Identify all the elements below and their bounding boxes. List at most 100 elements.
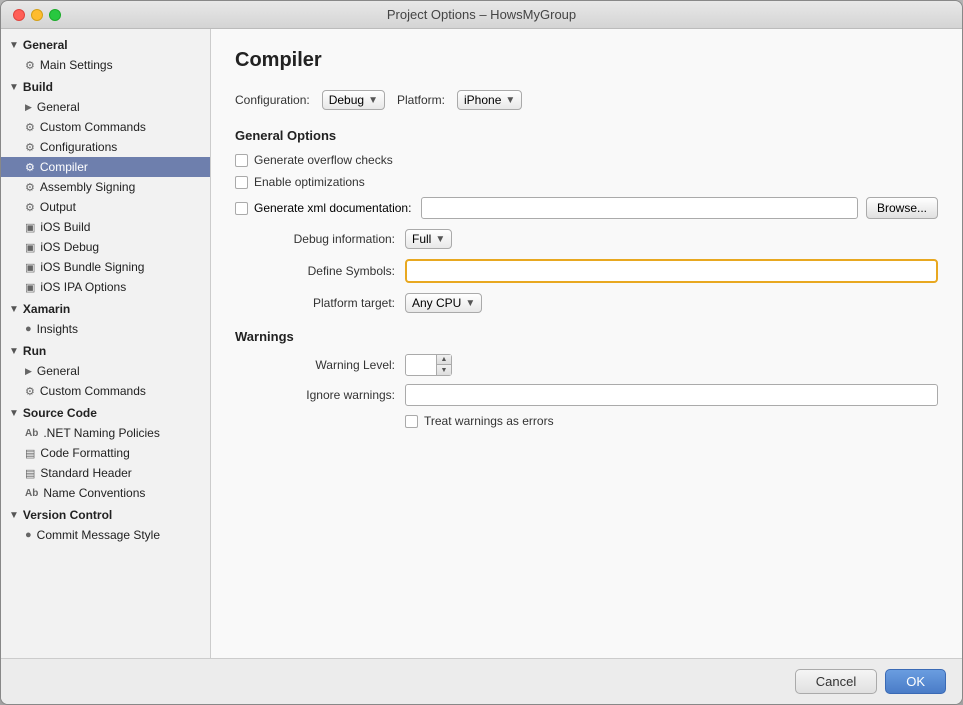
sidebar-group-build-label: Build — [23, 80, 53, 94]
sidebar-group-version-control-label: Version Control — [23, 508, 112, 522]
sidebar-group-build[interactable]: ▼ Build — [1, 77, 210, 97]
play-icon: ▶ — [25, 102, 32, 113]
stepper-up-button[interactable]: ▲ — [437, 355, 451, 365]
sidebar-item-build-general[interactable]: ▶ General — [1, 97, 210, 117]
sidebar-item-ios-ipa-options[interactable]: ▣ iOS IPA Options — [1, 277, 210, 297]
overflow-label: Generate overflow checks — [254, 153, 393, 167]
platform-dropdown[interactable]: iPhone ▼ — [457, 90, 522, 110]
debug-info-row: Debug information: Full ▼ — [235, 229, 938, 249]
sidebar-item-insights-label: Insights — [37, 322, 78, 336]
sidebar-item-net-naming-label: .NET Naming Policies — [43, 426, 159, 440]
sidebar-item-name-conventions[interactable]: Ab Name Conventions — [1, 483, 210, 503]
warnings-header: Warnings — [235, 329, 938, 344]
arrow-icon: ▼ — [9, 304, 19, 315]
maximize-button[interactable] — [49, 9, 61, 21]
gear-icon: ⚙ — [25, 141, 35, 154]
gear-icon: ⚙ — [25, 181, 35, 194]
sidebar-item-standard-header[interactable]: ▤ Standard Header — [1, 463, 210, 483]
sidebar-item-standard-header-label: Standard Header — [40, 466, 131, 480]
overflow-checkbox[interactable] — [235, 154, 248, 167]
gear-icon: ⚙ — [25, 385, 35, 398]
play-icon: ▶ — [25, 366, 32, 377]
main-window: Project Options – HowsMyGroup ▼ General … — [0, 0, 963, 705]
sidebar-group-version-control[interactable]: ▼ Version Control — [1, 505, 210, 525]
close-button[interactable] — [13, 9, 25, 21]
xmldoc-row: Generate xml documentation: HowsMyGroup.… — [235, 197, 938, 219]
arrow-icon: ▼ — [9, 510, 19, 521]
main-content: Compiler Configuration: Debug ▼ Platform… — [211, 29, 962, 658]
treat-warnings-checkbox[interactable] — [405, 415, 418, 428]
list-icon: ▤ — [25, 467, 35, 480]
optimize-checkbox[interactable] — [235, 176, 248, 189]
define-symbols-input[interactable]: DEBUG;ENABLE_TEST_CLOUD; — [407, 261, 936, 281]
sidebar-item-assembly-signing-label: Assembly Signing — [40, 180, 135, 194]
config-platform-bar: Configuration: Debug ▼ Platform: iPhone … — [235, 90, 938, 110]
platform-value: iPhone — [464, 93, 501, 107]
chevron-down-icon: ▼ — [465, 298, 475, 309]
sidebar-item-commit-message[interactable]: ● Commit Message Style — [1, 525, 210, 545]
warning-level-label: Warning Level: — [235, 358, 405, 372]
ignore-warnings-input[interactable] — [405, 384, 938, 406]
cancel-button[interactable]: Cancel — [795, 669, 877, 694]
sidebar-item-ios-bundle-signing-label: iOS Bundle Signing — [40, 260, 144, 274]
sidebar-item-ios-build-label: iOS Build — [40, 220, 90, 234]
xmldoc-label: Generate xml documentation: — [254, 201, 411, 215]
traffic-lights — [13, 9, 61, 21]
sidebar-group-xamarin-label: Xamarin — [23, 302, 70, 316]
window-title: Project Options – HowsMyGroup — [387, 7, 576, 22]
gear-icon: ⚙ — [25, 161, 35, 174]
optimize-label: Enable optimizations — [254, 175, 365, 189]
sidebar-item-output[interactable]: ⚙ Output — [1, 197, 210, 217]
sidebar-item-ios-debug[interactable]: ▣ iOS Debug — [1, 237, 210, 257]
browse-button[interactable]: Browse... — [866, 197, 938, 219]
gear-icon: ⚙ — [25, 201, 35, 214]
sidebar-group-xamarin[interactable]: ▼ Xamarin — [1, 299, 210, 319]
block-icon: ▣ — [25, 221, 35, 234]
sidebar-item-compiler[interactable]: ⚙ Compiler — [1, 157, 210, 177]
chevron-down-icon: ▼ — [368, 95, 378, 106]
sidebar-item-main-settings-label: Main Settings — [40, 58, 113, 72]
debug-info-dropdown[interactable]: Full ▼ — [405, 229, 452, 249]
sidebar-item-ios-bundle-signing[interactable]: ▣ iOS Bundle Signing — [1, 257, 210, 277]
sidebar-section-build: ▼ Build ▶ General ⚙ Custom Commands ⚙ Co… — [1, 77, 210, 297]
debug-info-value: Full — [412, 232, 431, 246]
sidebar-item-configurations-label: Configurations — [40, 140, 117, 154]
sidebar-item-ios-debug-label: iOS Debug — [40, 240, 99, 254]
define-symbols-label: Define Symbols: — [235, 264, 405, 278]
sidebar-group-run[interactable]: ▼ Run — [1, 341, 210, 361]
sidebar-item-insights[interactable]: ● Insights — [1, 319, 210, 339]
page-title: Compiler — [235, 49, 938, 72]
footer: Cancel OK — [1, 658, 962, 704]
chevron-down-icon: ▼ — [505, 95, 515, 106]
sidebar-item-custom-commands[interactable]: ⚙ Custom Commands — [1, 117, 210, 137]
platform-target-dropdown[interactable]: Any CPU ▼ — [405, 293, 482, 313]
minimize-button[interactable] — [31, 9, 43, 21]
sidebar-item-run-general[interactable]: ▶ General — [1, 361, 210, 381]
ignore-warnings-label: Ignore warnings: — [235, 388, 405, 402]
ok-button[interactable]: OK — [885, 669, 946, 694]
sidebar: ▼ General ⚙ Main Settings ▼ Build ▶ Gene… — [1, 29, 211, 658]
titlebar: Project Options – HowsMyGroup — [1, 1, 962, 29]
sidebar-group-source-code[interactable]: ▼ Source Code — [1, 403, 210, 423]
sidebar-item-net-naming[interactable]: Ab .NET Naming Policies — [1, 423, 210, 443]
sidebar-item-output-label: Output — [40, 200, 76, 214]
sidebar-group-general[interactable]: ▼ General — [1, 35, 210, 55]
sidebar-item-code-formatting[interactable]: ▤ Code Formatting — [1, 443, 210, 463]
sidebar-item-assembly-signing[interactable]: ⚙ Assembly Signing — [1, 177, 210, 197]
list-icon: ▤ — [25, 447, 35, 460]
define-symbols-row: Define Symbols: DEBUG;ENABLE_TEST_CLOUD; — [235, 259, 938, 283]
block-icon: ▣ — [25, 281, 35, 294]
xmldoc-checkbox[interactable] — [235, 202, 248, 215]
debug-info-label: Debug information: — [235, 232, 405, 246]
sidebar-item-configurations[interactable]: ⚙ Configurations — [1, 137, 210, 157]
sidebar-item-run-custom-commands[interactable]: ⚙ Custom Commands — [1, 381, 210, 401]
sidebar-item-ios-build[interactable]: ▣ iOS Build — [1, 217, 210, 237]
sidebar-item-main-settings[interactable]: ⚙ Main Settings — [1, 55, 210, 75]
chevron-down-icon: ▼ — [435, 234, 445, 245]
sidebar-item-run-custom-commands-label: Custom Commands — [40, 384, 146, 398]
stepper-down-button[interactable]: ▼ — [437, 365, 451, 375]
warning-level-input[interactable]: 4 — [406, 356, 436, 374]
configuration-dropdown[interactable]: Debug ▼ — [322, 90, 385, 110]
xmldoc-input[interactable]: HowsMyGroup.xml — [421, 197, 858, 219]
warning-level-row: Warning Level: 4 ▲ ▼ — [235, 354, 938, 376]
